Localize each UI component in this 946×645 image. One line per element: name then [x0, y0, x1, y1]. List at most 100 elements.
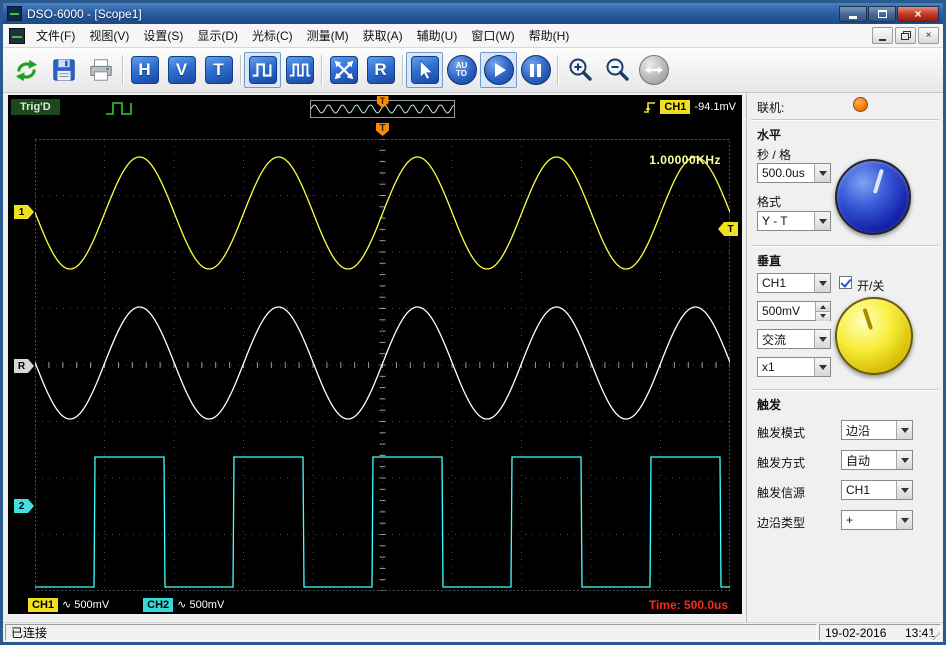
menu-acquire[interactable]: 获取(A)	[356, 24, 410, 47]
waveform-preview[interactable]: T	[310, 96, 455, 118]
trigger-edge-icon	[644, 101, 656, 113]
panel-separator	[751, 245, 939, 247]
print-button[interactable]	[82, 52, 119, 88]
ch2-position-marker[interactable]: 2	[14, 499, 34, 513]
trigger-slope-select[interactable]: +	[841, 510, 913, 530]
spin-down-icon[interactable]	[816, 312, 830, 321]
scope-frame: Trig'D T CH1 -94.1mV 1.00000KHz 1 R 2 T …	[8, 95, 742, 614]
knob-pointer	[862, 307, 874, 331]
auto-setup-button[interactable]: AU TO	[443, 52, 480, 88]
trigger-mode-select[interactable]: 边沿	[841, 420, 913, 440]
channel-select[interactable]: CH1	[757, 273, 831, 293]
trigger-source-value: CH1	[846, 483, 871, 497]
trigger-source-select[interactable]: CH1	[841, 480, 913, 500]
menu-measure[interactable]: 测量(M)	[300, 24, 356, 47]
coupling-value: 交流	[762, 332, 787, 347]
trigger-sweep-value: 自动	[846, 453, 871, 468]
vertical-button[interactable]: V	[163, 52, 200, 88]
menu-view[interactable]: 视图(V)	[82, 24, 136, 47]
refresh-button[interactable]	[8, 52, 45, 88]
fit-screen-button[interactable]	[325, 52, 362, 88]
format-select[interactable]: Y - T	[757, 211, 831, 231]
channel-value: CH1	[762, 276, 787, 290]
pulse-display-icon	[248, 56, 277, 84]
record-icon: R	[366, 56, 395, 84]
trigger-sweep-select[interactable]: 自动	[841, 450, 913, 470]
menu-cursor[interactable]: 光标(C)	[245, 24, 300, 47]
pause-button[interactable]	[517, 52, 554, 88]
trigger-button[interactable]: T	[200, 52, 237, 88]
trigger-mode-label: 触发模式	[757, 426, 806, 440]
chevron-down-icon[interactable]	[814, 330, 830, 348]
app-window: DSO-6000 - [Scope1] × 文件(F) 视图(V) 设置(S) …	[0, 0, 946, 645]
secdiv-select[interactable]: 500.0us	[757, 163, 831, 183]
ref-position-marker[interactable]: R	[14, 359, 34, 373]
chevron-down-icon[interactable]	[814, 212, 830, 230]
cursor-button[interactable]	[406, 52, 443, 88]
close-icon: ×	[914, 6, 922, 21]
mdi-restore-button[interactable]	[895, 27, 916, 44]
ch1-position-marker[interactable]: 1	[14, 205, 34, 219]
scope-display[interactable]: 1.00000KHz 1 R 2 T T	[8, 121, 742, 595]
datetime-status: 19-02-2016 13:41	[819, 624, 941, 641]
trigger-section-title: 触发	[757, 398, 782, 412]
mdi-close-button[interactable]: ×	[918, 27, 939, 44]
zoom-out-button[interactable]	[598, 52, 635, 88]
close-button[interactable]: ×	[897, 5, 939, 22]
chevron-down-icon[interactable]	[896, 421, 912, 439]
menu-help[interactable]: 帮助(H)	[522, 24, 577, 47]
trigger-position-marker[interactable]: T	[376, 123, 389, 136]
knob-pointer	[872, 168, 884, 194]
maximize-button[interactable]	[868, 5, 896, 22]
horizontal-knob[interactable]	[835, 159, 911, 235]
probe-select[interactable]: x1	[757, 357, 831, 377]
chevron-down-icon[interactable]	[814, 164, 830, 182]
record-button[interactable]: R	[362, 52, 399, 88]
auto-setup-icon: AU TO	[446, 55, 477, 85]
zoom-in-button[interactable]	[561, 52, 598, 88]
minimize-icon	[849, 15, 857, 19]
channel-onoff-label: 开/关	[857, 279, 885, 293]
window-title: DSO-6000 - [Scope1]	[27, 6, 142, 21]
chevron-down-icon[interactable]	[896, 511, 912, 529]
menu-file[interactable]: 文件(F)	[29, 24, 82, 47]
menu-window[interactable]: 窗口(W)	[464, 24, 521, 47]
pause-icon	[520, 55, 551, 85]
run-icon	[483, 55, 514, 85]
panel-separator	[751, 119, 939, 121]
trigger-status-badge: Trig'D	[11, 99, 60, 115]
secdiv-label: 秒 / 格	[757, 148, 792, 162]
app-icon	[7, 6, 22, 21]
document-icon	[9, 27, 25, 44]
pan-button[interactable]	[635, 52, 672, 88]
pulse-measure-button[interactable]	[281, 52, 318, 88]
spin-up-icon[interactable]	[816, 302, 830, 312]
menu-display[interactable]: 显示(D)	[190, 24, 245, 47]
horizontal-icon: H	[130, 56, 159, 84]
menu-utility[interactable]: 辅助(U)	[410, 24, 465, 47]
chevron-down-icon[interactable]	[814, 358, 830, 376]
save-button[interactable]	[45, 52, 82, 88]
frequency-readout: 1.00000KHz	[649, 153, 721, 167]
mdi-minimize-icon	[879, 38, 886, 41]
chevron-down-icon[interactable]	[896, 481, 912, 499]
run-button[interactable]	[480, 52, 517, 88]
horizontal-section-title: 水平	[757, 128, 782, 142]
mdi-minimize-button[interactable]	[872, 27, 893, 44]
toolbar: H V T R AU TO	[3, 48, 943, 93]
trigger-sweep-label: 触发方式	[757, 456, 806, 470]
horizontal-button[interactable]: H	[126, 52, 163, 88]
title-bar: DSO-6000 - [Scope1] ×	[3, 3, 943, 24]
menu-settings[interactable]: 设置(S)	[136, 24, 190, 47]
channel-onoff-checkbox[interactable]	[839, 276, 852, 289]
vertical-knob[interactable]	[835, 297, 913, 375]
ch2-badge: CH2	[143, 597, 174, 612]
minimize-button[interactable]	[839, 5, 867, 22]
menu-bar: 文件(F) 视图(V) 设置(S) 显示(D) 光标(C) 测量(M) 获取(A…	[3, 24, 943, 48]
volt-scale-spinner[interactable]: 500mV	[757, 301, 831, 321]
chevron-down-icon[interactable]	[814, 274, 830, 292]
coupling-select[interactable]: 交流	[757, 329, 831, 349]
pulse-display-button[interactable]	[244, 52, 281, 88]
trigger-slope-label: 边沿类型	[757, 516, 806, 530]
chevron-down-icon[interactable]	[896, 451, 912, 469]
